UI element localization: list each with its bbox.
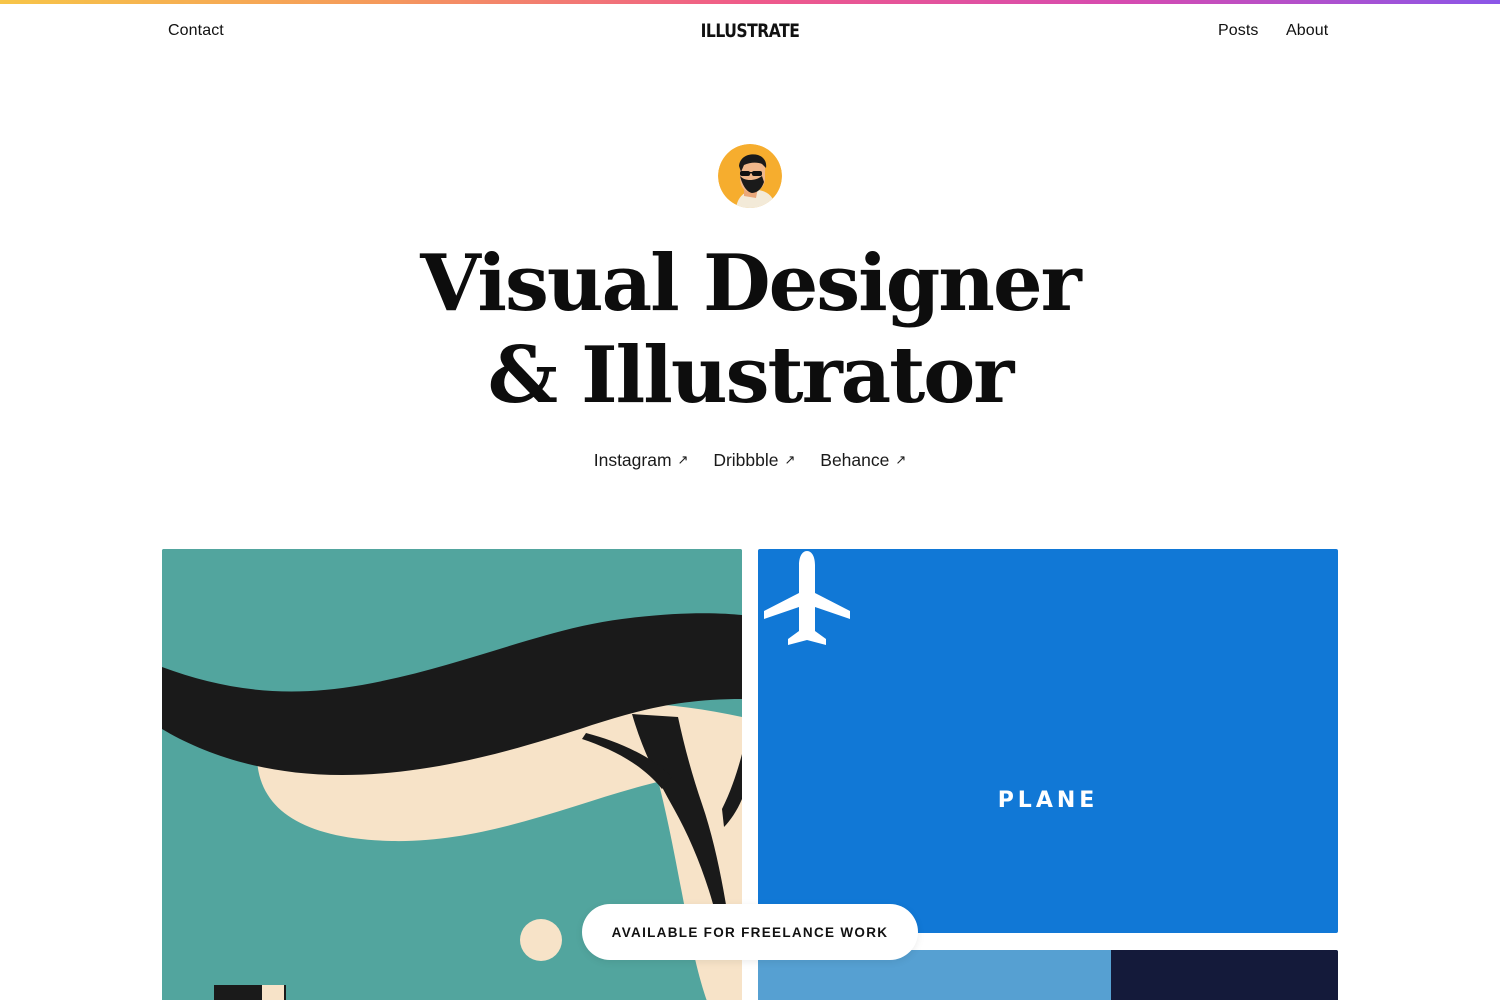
- bearded-man-avatar-icon: [718, 144, 782, 208]
- social-links: Instagram ↗ Dribbble ↗ Behance ↗: [0, 450, 1500, 471]
- portfolio-card-plane[interactable]: PLANE: [758, 549, 1338, 933]
- freelance-availability-badge[interactable]: AVAILABLE FOR FREELANCE WORK: [582, 904, 918, 960]
- avatar: [718, 144, 782, 208]
- behance-label: Behance: [820, 450, 890, 470]
- external-arrow-icon: ↗: [784, 452, 796, 467]
- instagram-label: Instagram: [593, 450, 672, 470]
- hero-title: Visual Designer & Illustrator: [0, 238, 1500, 422]
- external-arrow-icon: ↗: [677, 452, 689, 467]
- nav-about-link[interactable]: About: [1286, 22, 1328, 40]
- site-logo[interactable]: ILLUSTRATE: [135, 20, 1365, 42]
- hero-title-line-1: Visual Designer: [420, 238, 1082, 329]
- dribbble-link[interactable]: Dribbble ↗: [713, 450, 795, 471]
- dribbble-label: Dribbble: [713, 450, 779, 470]
- hero-title-line-2: & Illustrator: [487, 330, 1015, 421]
- instagram-link[interactable]: Instagram ↗: [594, 450, 689, 471]
- top-gradient-stripe: [0, 0, 1500, 4]
- nav-posts-link[interactable]: Posts: [1218, 22, 1259, 40]
- dark-panel: [1111, 950, 1338, 1000]
- airplane-icon: [764, 551, 850, 645]
- plane-card-label: PLANE: [997, 788, 1099, 813]
- external-arrow-icon: ↗: [895, 452, 907, 467]
- site-header: Contact ILLUSTRATE Posts About: [0, 18, 1500, 48]
- behance-link[interactable]: Behance ↗: [820, 450, 906, 471]
